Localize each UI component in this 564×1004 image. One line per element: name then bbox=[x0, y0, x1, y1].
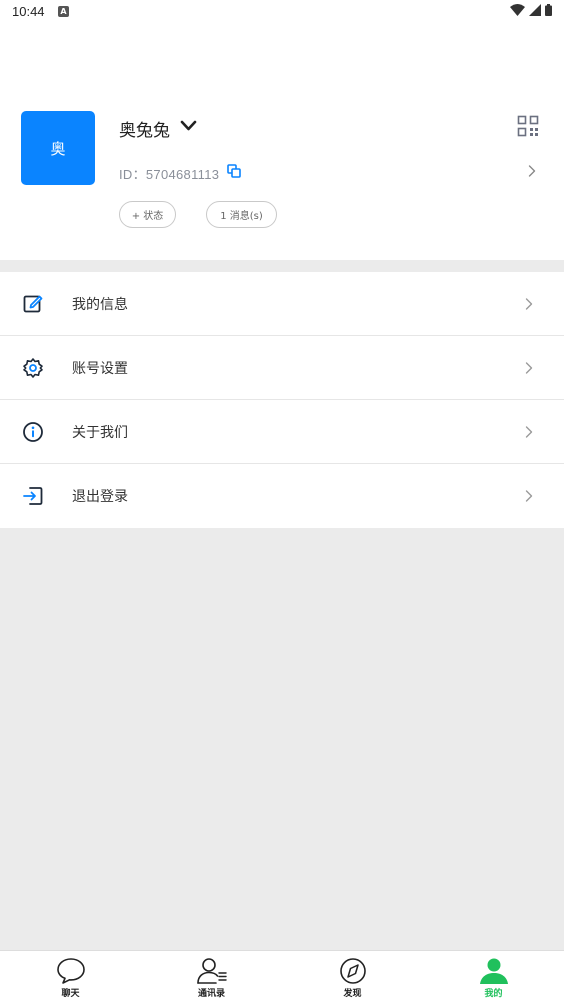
menu-item-logout[interactable]: 退出登录 bbox=[0, 464, 564, 528]
copy-icon[interactable] bbox=[227, 164, 241, 178]
person-icon bbox=[479, 958, 508, 984]
battery-icon bbox=[545, 4, 552, 16]
tab-label: 我的 bbox=[484, 989, 503, 999]
wifi-icon bbox=[510, 4, 525, 16]
menu-item-my-info[interactable]: 我的信息 bbox=[0, 272, 564, 336]
tab-label: 通讯录 bbox=[197, 989, 225, 999]
logout-icon bbox=[23, 487, 43, 505]
tab-contacts[interactable]: 通讯录 bbox=[141, 951, 282, 1004]
menu-item-label: 关于我们 bbox=[72, 425, 128, 441]
tab-discover[interactable]: 发现 bbox=[282, 951, 423, 1004]
contacts-icon bbox=[196, 958, 227, 984]
gear-icon bbox=[23, 358, 43, 378]
user-id: ID：5704681113 bbox=[119, 167, 220, 182]
status-time: 10:44 bbox=[12, 4, 45, 19]
notification-app-icon: A bbox=[58, 6, 69, 17]
edit-icon bbox=[23, 295, 43, 313]
settings-menu: 我的信息 账号设置 关于我们 退出登录 bbox=[0, 272, 564, 528]
info-icon bbox=[23, 422, 43, 442]
signal-icon bbox=[529, 4, 541, 16]
chevron-right-icon[interactable] bbox=[527, 164, 537, 178]
menu-item-about-us[interactable]: 关于我们 bbox=[0, 400, 564, 464]
chevron-right-icon bbox=[525, 298, 533, 310]
chevron-right-icon bbox=[525, 362, 533, 374]
status-bar: 10:44 A bbox=[0, 0, 564, 24]
avatar[interactable]: 奥 bbox=[21, 111, 95, 185]
chevron-right-icon bbox=[525, 490, 533, 502]
menu-item-account-settings[interactable]: 账号设置 bbox=[0, 336, 564, 400]
messages-button[interactable]: 1 消息(s) bbox=[206, 201, 277, 228]
chat-bubble-icon bbox=[56, 958, 85, 984]
menu-item-label: 我的信息 bbox=[72, 297, 128, 313]
chevron-down-icon[interactable] bbox=[180, 120, 197, 132]
qr-code-icon[interactable] bbox=[517, 115, 539, 137]
tab-me[interactable]: 我的 bbox=[423, 951, 564, 1004]
compass-icon bbox=[339, 958, 366, 984]
menu-item-label: 账号设置 bbox=[72, 361, 128, 377]
status-indicators bbox=[510, 4, 552, 16]
username: 奥兔兔 bbox=[119, 121, 170, 141]
add-status-button[interactable]: + 状态 bbox=[119, 201, 176, 228]
tab-label: 聊天 bbox=[61, 989, 80, 999]
tab-label: 发现 bbox=[343, 989, 362, 999]
bottom-tab-bar: 聊天 通讯录 发现 我的 bbox=[0, 950, 564, 1004]
chevron-right-icon bbox=[525, 426, 533, 438]
tab-chat[interactable]: 聊天 bbox=[0, 951, 141, 1004]
menu-item-label: 退出登录 bbox=[72, 489, 128, 505]
profile-card: 奥 奥兔兔 ID：5704681113 + 状态 1 消息(s) bbox=[0, 24, 564, 260]
